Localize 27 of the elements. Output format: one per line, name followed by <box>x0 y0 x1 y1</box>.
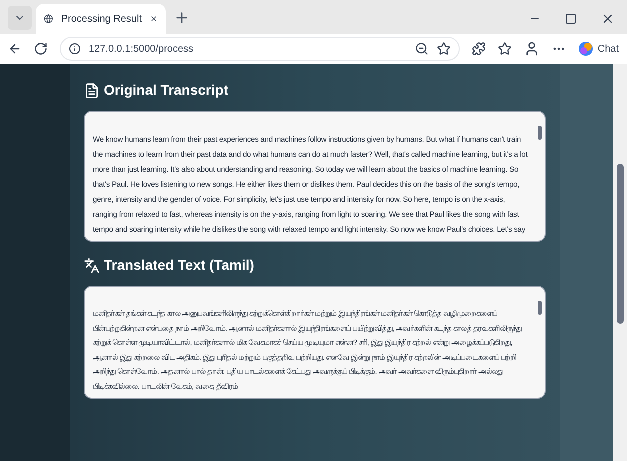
copilot-icon <box>578 41 594 57</box>
zoom-icon[interactable] <box>414 42 429 56</box>
new-tab-icon[interactable] <box>174 10 190 26</box>
tab-title: Processing Result <box>61 12 142 26</box>
maximize-icon[interactable] <box>565 13 577 25</box>
info-icon <box>69 43 81 55</box>
close-window-icon[interactable] <box>601 12 615 26</box>
address-bar[interactable]: 127.0.0.1:5000/process <box>60 37 460 61</box>
favorite-icon[interactable] <box>436 42 451 56</box>
url-text: 127.0.0.1:5000/process <box>89 42 195 56</box>
section-heading: Original Transcript <box>104 81 228 100</box>
favorites-icon[interactable] <box>498 42 512 56</box>
chat-button[interactable]: Chat <box>578 41 619 57</box>
scrollbar-thumb[interactable] <box>538 301 542 315</box>
text-area[interactable] <box>84 286 546 399</box>
globe-icon <box>44 12 54 26</box>
browser-tab[interactable]: Processing Result <box>36 4 166 34</box>
section-heading: Translated Text (Tamil) <box>104 256 254 275</box>
extensions-icon[interactable] <box>472 42 486 56</box>
translate-icon <box>84 258 100 274</box>
back-icon[interactable] <box>8 42 22 56</box>
text-area[interactable] <box>84 111 546 242</box>
scrollbar-thumb[interactable] <box>538 126 542 140</box>
document-icon <box>84 82 100 98</box>
profile-icon[interactable] <box>524 41 540 57</box>
reload-icon[interactable] <box>34 42 48 56</box>
page-scrollbar-thumb[interactable] <box>616 164 624 324</box>
